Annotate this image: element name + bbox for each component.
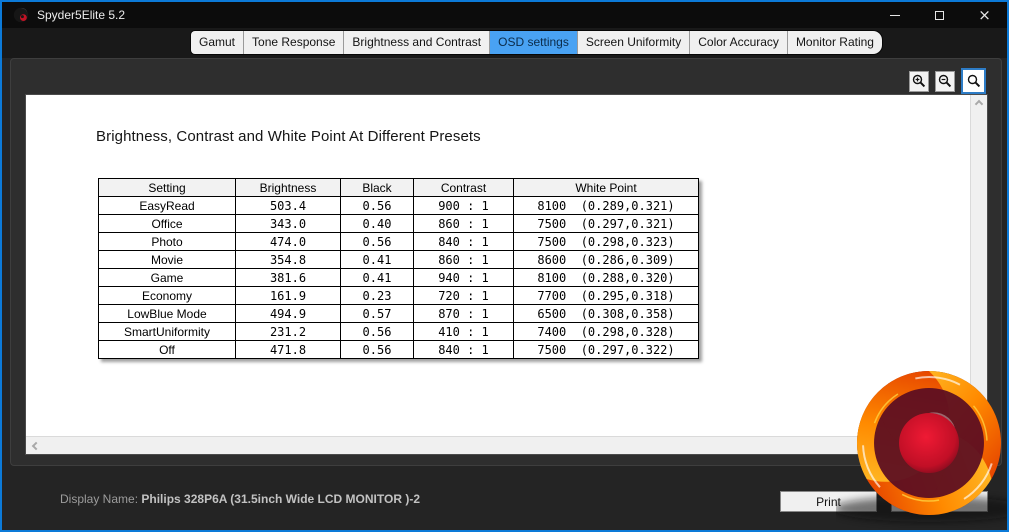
tab-gamut[interactable]: Gamut	[191, 31, 245, 54]
table-row: Movie 354.8 0.41 860 : 1 8600 (0.286,0.309)	[98, 250, 699, 269]
scroll-up-icon[interactable]	[974, 99, 984, 109]
column-header: Contrast	[413, 178, 514, 197]
value-cell: 870 : 1	[413, 304, 514, 323]
display-name-value: Philips 328P6A (31.5inch Wide LCD MONITO…	[141, 492, 420, 506]
value-cell: 840 : 1	[413, 232, 514, 251]
window-title: Spyder5Elite 5.2	[37, 8, 126, 22]
value-cell: 940 : 1	[413, 268, 514, 287]
results-table-body: EasyRead 503.4 0.56 900 : 1 8100 (0.289,0.32…	[98, 196, 699, 359]
zoom-in-button[interactable]	[909, 70, 929, 92]
value-cell: 0.56	[340, 232, 414, 251]
display-name-label: Display Name:	[60, 492, 139, 506]
value-cell: 0.57	[340, 304, 414, 323]
report-canvas: Brightness, Contrast and White Point At …	[26, 95, 970, 436]
display-name: Display Name: Philips 328P6A (31.5inch W…	[60, 492, 420, 506]
value-cell: 0.41	[340, 268, 414, 287]
magnifier-plus-icon	[912, 74, 926, 88]
tab-screen-uniformity[interactable]: Screen Uniformity	[577, 31, 691, 54]
setting-cell: Game	[98, 268, 236, 287]
value-cell: 0.40	[340, 214, 414, 233]
value-cell: 0.56	[340, 322, 414, 341]
value-cell: 6500 (0.308,0.358)	[513, 304, 699, 323]
results-table: Setting Brightness Black Contrast White Poin…	[98, 178, 699, 359]
app-window: Spyder5Elite 5.2 × Gamut Tone Response B…	[0, 0, 1009, 532]
value-cell: 231.2	[235, 322, 341, 341]
zoom-reset-button[interactable]	[961, 68, 986, 94]
tab-tone-response[interactable]: Tone Response	[244, 31, 345, 54]
table-row: LowBlue Mode 494.9 0.57 870 : 1 6500 (0.308,…	[98, 304, 699, 323]
value-cell: 720 : 1	[413, 286, 514, 305]
magnifier-minus-icon	[938, 74, 952, 88]
tab-osd-settings[interactable]: OSD settings	[490, 31, 578, 54]
setting-cell: SmartUniformity	[98, 322, 236, 341]
value-cell: 474.0	[235, 232, 341, 251]
title-bar: Spyder5Elite 5.2 ×	[2, 2, 1007, 28]
results-table-head-row: Setting Brightness Black Contrast White Poin…	[98, 178, 699, 197]
scroll-left-icon[interactable]	[31, 441, 41, 450]
setting-cell: Movie	[98, 250, 236, 269]
table-row: Economy 161.9 0.23 720 : 1 7700 (0.295,0.318…	[98, 286, 699, 305]
setting-cell: LowBlue Mode	[98, 304, 236, 323]
close-button[interactable]: ×	[962, 2, 1007, 28]
window-controls: ×	[872, 2, 1007, 28]
magnifier-icon	[967, 74, 980, 88]
column-header: Setting	[98, 178, 236, 197]
value-cell: 7500 (0.297,0.322)	[513, 340, 699, 359]
spyder-app-icon	[13, 7, 29, 23]
tab-monitor-rating[interactable]: Monitor Rating	[787, 31, 882, 54]
value-cell: 7400 (0.298,0.328)	[513, 322, 699, 341]
value-cell: 8100 (0.288,0.320)	[513, 268, 699, 287]
value-cell: 471.8	[235, 340, 341, 359]
value-cell: 7700 (0.295,0.318)	[513, 286, 699, 305]
value-cell: 840 : 1	[413, 340, 514, 359]
spyder-logo	[836, 370, 1007, 522]
value-cell: 381.6	[235, 268, 341, 287]
column-header: Black	[340, 178, 414, 197]
minimize-button[interactable]	[872, 2, 917, 28]
value-cell: 8100 (0.289,0.321)	[513, 196, 699, 215]
value-cell: 410 : 1	[413, 322, 514, 341]
zoom-toolbar	[909, 68, 986, 94]
table-row: Off 471.8 0.56 840 : 1 7500 (0.297,0.322)	[98, 340, 699, 359]
tab-group: Gamut Tone Response Brightness and Contr…	[191, 31, 882, 54]
column-header: White Point	[513, 178, 699, 197]
report-title: Brightness, Contrast and White Point At …	[96, 128, 481, 145]
tab-brightness-and-contrast[interactable]: Brightness and Contrast	[344, 31, 491, 54]
value-cell: 7500 (0.297,0.321)	[513, 214, 699, 233]
value-cell: 354.8	[235, 250, 341, 269]
setting-cell: EasyRead	[98, 196, 236, 215]
maximize-icon	[935, 10, 944, 20]
setting-cell: Off	[98, 340, 236, 359]
column-header: Brightness	[235, 178, 341, 197]
setting-cell: Economy	[98, 286, 236, 305]
value-cell: 0.56	[340, 340, 414, 359]
tab-strip: Gamut Tone Response Brightness and Contr…	[2, 28, 1007, 58]
maximize-button[interactable]	[917, 2, 962, 28]
value-cell: 0.23	[340, 286, 414, 305]
value-cell: 161.9	[235, 286, 341, 305]
tab-color-accuracy[interactable]: Color Accuracy	[690, 31, 788, 54]
setting-cell: Office	[98, 214, 236, 233]
value-cell: 7500 (0.298,0.323)	[513, 232, 699, 251]
value-cell: 0.56	[340, 196, 414, 215]
value-cell: 343.0	[235, 214, 341, 233]
value-cell: 900 : 1	[413, 196, 514, 215]
close-icon: ×	[978, 5, 991, 24]
value-cell: 494.9	[235, 304, 341, 323]
value-cell: 860 : 1	[413, 214, 514, 233]
table-row: Game 381.6 0.41 940 : 1 8100 (0.288,0.320)	[98, 268, 699, 287]
table-row: SmartUniformity 231.2 0.56 410 : 1 7400 (0.2…	[98, 322, 699, 341]
minimize-icon	[889, 14, 900, 16]
value-cell: 0.41	[340, 250, 414, 269]
table-row: Photo 474.0 0.56 840 : 1 7500 (0.298,0.323)	[98, 232, 699, 251]
value-cell: 860 : 1	[413, 250, 514, 269]
table-row: Office 343.0 0.40 860 : 1 7500 (0.297,0.321)	[98, 214, 699, 233]
zoom-out-button[interactable]	[935, 70, 955, 92]
table-row: EasyRead 503.4 0.56 900 : 1 8100 (0.289,0.32…	[98, 196, 699, 215]
value-cell: 8600 (0.286,0.309)	[513, 250, 699, 269]
setting-cell: Photo	[98, 232, 236, 251]
value-cell: 503.4	[235, 196, 341, 215]
